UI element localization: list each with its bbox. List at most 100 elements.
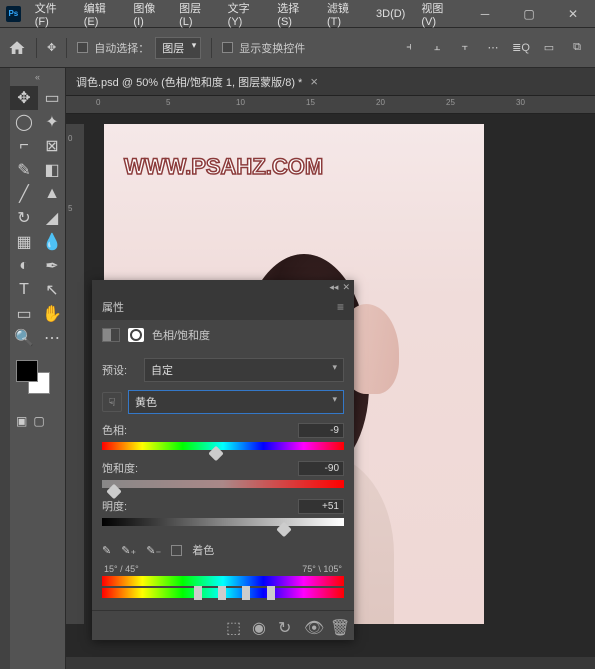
- path-tool[interactable]: ↖: [38, 278, 66, 302]
- crop-tool[interactable]: ⌐: [10, 134, 38, 158]
- shape-tool[interactable]: ▭: [10, 302, 38, 326]
- blur-tool[interactable]: 💧: [38, 230, 66, 254]
- delete-icon[interactable]: 🗑: [330, 618, 346, 634]
- eraser-tool[interactable]: ◢: [38, 206, 66, 230]
- toolbox-collapse-icon[interactable]: «: [10, 72, 65, 86]
- color-range-strip-top[interactable]: [102, 576, 344, 586]
- menu-image[interactable]: 图像(I): [125, 0, 171, 28]
- transform-label: 显示变换控件: [239, 40, 305, 56]
- arrange-icon[interactable]: ⧉: [567, 38, 587, 58]
- range-right: 75° \ 105°: [302, 564, 342, 574]
- visibility-icon[interactable]: 👁: [304, 618, 320, 634]
- menu-edit[interactable]: 编辑(E): [76, 0, 126, 28]
- preset-select[interactable]: 自定: [144, 358, 344, 382]
- color-range-strip-bottom[interactable]: [102, 588, 344, 598]
- panel-title: 属性: [102, 299, 124, 315]
- range-left: 15° / 45°: [104, 564, 139, 574]
- title-bar: Ps 文件(F) 编辑(E) 图像(I) 图层(L) 文字(Y) 选择(S) 滤…: [0, 0, 595, 28]
- stamp-tool[interactable]: ▲: [38, 182, 66, 206]
- app-logo: Ps: [6, 6, 21, 22]
- adjustment-name: 色相/饱和度: [152, 327, 210, 343]
- eyedropper-tool[interactable]: ✎: [10, 158, 38, 182]
- extra-tool[interactable]: ⋯: [38, 326, 66, 350]
- target-dropdown[interactable]: 图层: [155, 37, 201, 59]
- brush-tool[interactable]: ╱: [10, 182, 38, 206]
- move-tool[interactable]: ✥: [10, 86, 38, 110]
- eyedropper-add-icon[interactable]: ✎₊: [121, 544, 136, 557]
- vertical-ruler: 0 5: [66, 124, 84, 624]
- channel-select[interactable]: 黄色: [128, 390, 344, 414]
- menu-filter[interactable]: 滤镜(T): [319, 0, 368, 28]
- menu-3d[interactable]: 3D(D): [368, 8, 413, 20]
- menu-select[interactable]: 选择(S): [269, 0, 319, 28]
- targeted-adjust-icon[interactable]: ☟: [102, 392, 122, 412]
- history-brush-tool[interactable]: ↻: [10, 206, 38, 230]
- view-previous-icon[interactable]: ◉: [252, 618, 268, 634]
- lightness-label: 明度:: [102, 498, 127, 514]
- eyedropper-icon[interactable]: ✎: [102, 544, 111, 557]
- move-tool-icon[interactable]: ✥: [47, 41, 56, 54]
- marquee-tool[interactable]: ▭: [38, 86, 66, 110]
- hue-label: 色相:: [102, 422, 127, 438]
- lightness-slider[interactable]: [102, 518, 344, 526]
- panel-menu-icon[interactable]: ≡: [337, 300, 344, 314]
- status-bar: [66, 657, 595, 669]
- clip-icon[interactable]: ⬚: [226, 618, 242, 634]
- type-tool[interactable]: T: [10, 278, 38, 302]
- magic-wand-tool[interactable]: ✦: [38, 110, 66, 134]
- foreground-color[interactable]: [16, 360, 38, 382]
- auto-select-label: 自动选择：: [94, 40, 149, 56]
- healing-tool[interactable]: ◧: [38, 158, 66, 182]
- minimize-button[interactable]: ─: [463, 0, 507, 28]
- quickmask-icon[interactable]: ▣: [16, 414, 27, 428]
- distribute-icon[interactable]: ≣Q: [511, 38, 531, 58]
- lightness-value[interactable]: +51: [298, 499, 344, 514]
- zoom-tool[interactable]: 🔍: [10, 326, 38, 350]
- adjustment-icon[interactable]: [102, 328, 120, 342]
- more-icon[interactable]: ⋯: [483, 38, 503, 58]
- mode-icon[interactable]: ▭: [539, 38, 559, 58]
- pen-tool[interactable]: ✒: [38, 254, 66, 278]
- align-icon-1[interactable]: ⫞: [399, 38, 419, 58]
- color-swatches[interactable]: [16, 360, 59, 400]
- properties-panel: ◂◂ ✕ 属性 ≡ 色相/饱和度 预设: 自定 ☟ 黄色 色相: -9: [92, 280, 354, 640]
- hand-tool[interactable]: ✋: [38, 302, 66, 326]
- menu-view[interactable]: 视图(V): [413, 0, 463, 28]
- menu-type[interactable]: 文字(Y): [220, 0, 270, 28]
- frame-tool[interactable]: ⊠: [38, 134, 66, 158]
- auto-select-checkbox[interactable]: [77, 42, 88, 53]
- close-button[interactable]: ✕: [551, 0, 595, 28]
- hue-value[interactable]: -9: [298, 423, 344, 438]
- toolbox: « ✥ ▭ ◯ ✦ ⌐ ⊠ ✎ ◧ ╱ ▲ ↻ ◢ ▦ 💧 ◐ ✒ T ↖ ▭ …: [10, 68, 66, 669]
- hue-slider[interactable]: [102, 442, 344, 450]
- options-bar: ✥ 自动选择： 图层 显示变换控件 ⫞ ⫠ ⫟ ⋯ ≣Q ▭ ⧉: [0, 28, 595, 68]
- close-tab-icon[interactable]: ×: [310, 74, 318, 89]
- lasso-tool[interactable]: ◯: [10, 110, 38, 134]
- tool-collapse-strip[interactable]: [0, 68, 10, 669]
- saturation-slider[interactable]: [102, 480, 344, 488]
- saturation-value[interactable]: -90: [298, 461, 344, 476]
- panel-close-icon[interactable]: ✕: [342, 282, 350, 293]
- menu-layer[interactable]: 图层(L): [171, 0, 220, 28]
- home-icon[interactable]: [8, 39, 26, 57]
- watermark-text: WWW.PSAHZ.COM: [124, 154, 323, 180]
- align-icon-2[interactable]: ⫠: [427, 38, 447, 58]
- mask-icon[interactable]: [128, 328, 144, 342]
- reset-icon[interactable]: ↻: [278, 618, 294, 634]
- screenmode-icon[interactable]: ▢: [33, 414, 44, 428]
- dodge-tool[interactable]: ◐: [10, 254, 38, 278]
- document-tab[interactable]: 调色.psd @ 50% (色相/饱和度 1, 图层蒙版/8) * ×: [66, 68, 595, 96]
- document-title: 调色.psd @ 50% (色相/饱和度 1, 图层蒙版/8) *: [76, 74, 302, 90]
- saturation-label: 饱和度:: [102, 460, 138, 476]
- preset-label: 预设:: [102, 362, 138, 378]
- colorize-label: 着色: [192, 542, 214, 558]
- transform-checkbox[interactable]: [222, 42, 233, 53]
- align-icon-3[interactable]: ⫟: [455, 38, 475, 58]
- menu-file[interactable]: 文件(F): [27, 0, 76, 28]
- horizontal-ruler: 0 5 10 15 20 25 30: [66, 96, 595, 114]
- gradient-tool[interactable]: ▦: [10, 230, 38, 254]
- panel-collapse-icon[interactable]: ◂◂: [329, 282, 338, 293]
- eyedropper-sub-icon[interactable]: ✎₋: [146, 544, 161, 557]
- colorize-checkbox[interactable]: [171, 545, 182, 556]
- maximize-button[interactable]: ▢: [507, 0, 551, 28]
